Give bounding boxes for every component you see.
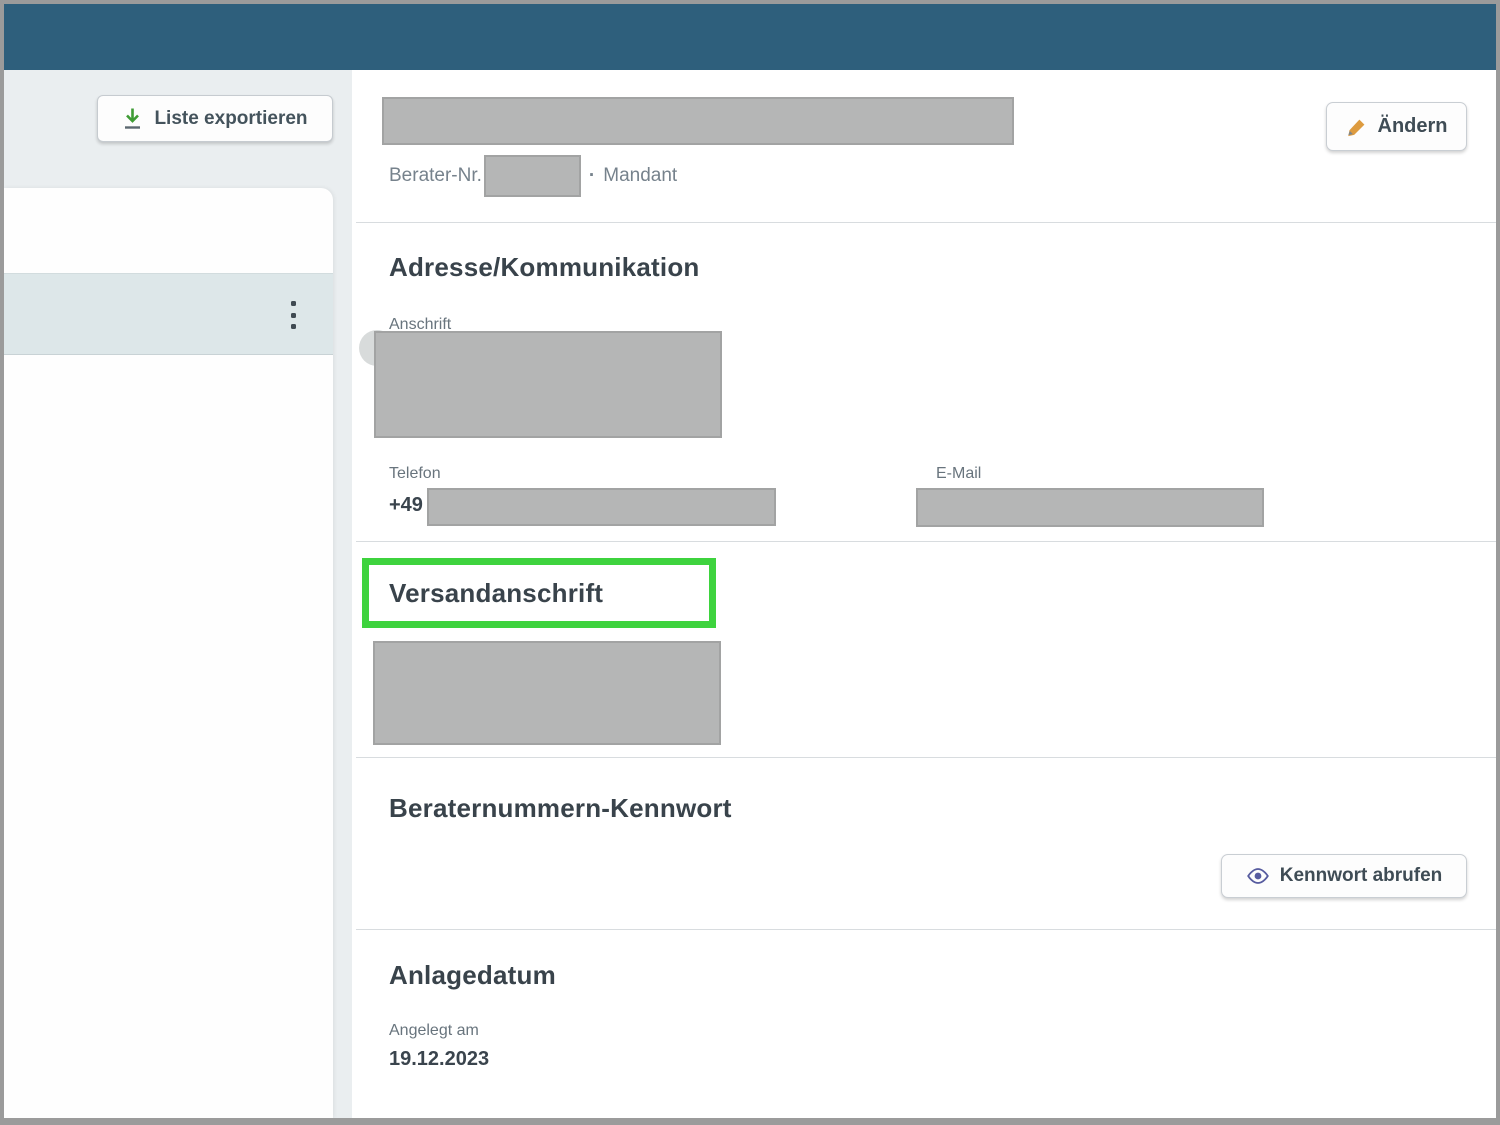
email-label: E-Mail — [936, 465, 981, 483]
redacted-email-address — [916, 488, 1264, 527]
edit-button-label: Ändern — [1378, 115, 1448, 138]
berater-nr-label: Berater-Nr. — [389, 165, 482, 187]
created-section-title: Anlagedatum — [389, 960, 556, 991]
screenshot-frame: Liste exportieren — [0, 0, 1500, 1125]
password-section-title: Beraternummern-Kennwort — [389, 793, 732, 824]
edit-button[interactable]: Ändern — [1326, 102, 1467, 151]
retrieve-password-button-label: Kennwort abrufen — [1280, 865, 1443, 887]
section-divider — [356, 929, 1496, 930]
record-subtitle-row: Berater-Nr. · Mandant — [389, 155, 677, 197]
app-window: Liste exportieren — [4, 4, 1496, 1118]
export-list-button-label: Liste exportieren — [154, 108, 307, 130]
redacted-berater-number — [484, 155, 581, 197]
sidebar-list-panel — [4, 188, 333, 1118]
telefon-prefix: +49 — [389, 494, 423, 517]
address-section-title: Adresse/Kommunikation — [389, 252, 700, 283]
section-divider — [356, 757, 1496, 758]
created-at-value: 19.12.2023 — [389, 1048, 489, 1071]
telefon-label: Telefon — [389, 465, 441, 483]
retrieve-password-button[interactable]: Kennwort abrufen — [1221, 854, 1467, 898]
app-body: Liste exportieren — [4, 70, 1496, 1118]
export-list-button[interactable]: Liste exportieren — [97, 95, 333, 142]
download-icon — [122, 107, 143, 130]
separator-dot: · — [589, 165, 595, 187]
section-divider — [356, 222, 1496, 223]
top-navigation-bar — [4, 4, 1496, 70]
redacted-shipping-address — [373, 641, 721, 745]
shipping-section-title: Versandanschrift — [389, 578, 603, 609]
main-content: Ändern Berater-Nr. · Mandant Adresse/Kom… — [356, 70, 1496, 1118]
mandant-label: Mandant — [603, 165, 677, 187]
versandanschrift-highlight-box: Versandanschrift — [362, 558, 716, 628]
redacted-telefon-number — [427, 488, 776, 526]
created-at-label: Angelegt am — [389, 1022, 479, 1040]
kebab-menu-icon[interactable] — [286, 296, 300, 334]
redacted-address-block — [374, 331, 722, 438]
sidebar: Liste exportieren — [4, 70, 352, 1118]
pencil-icon — [1346, 116, 1368, 138]
redacted-record-title — [382, 97, 1014, 145]
section-divider — [356, 541, 1496, 542]
eye-icon — [1246, 867, 1270, 885]
selected-list-item[interactable] — [4, 273, 333, 355]
